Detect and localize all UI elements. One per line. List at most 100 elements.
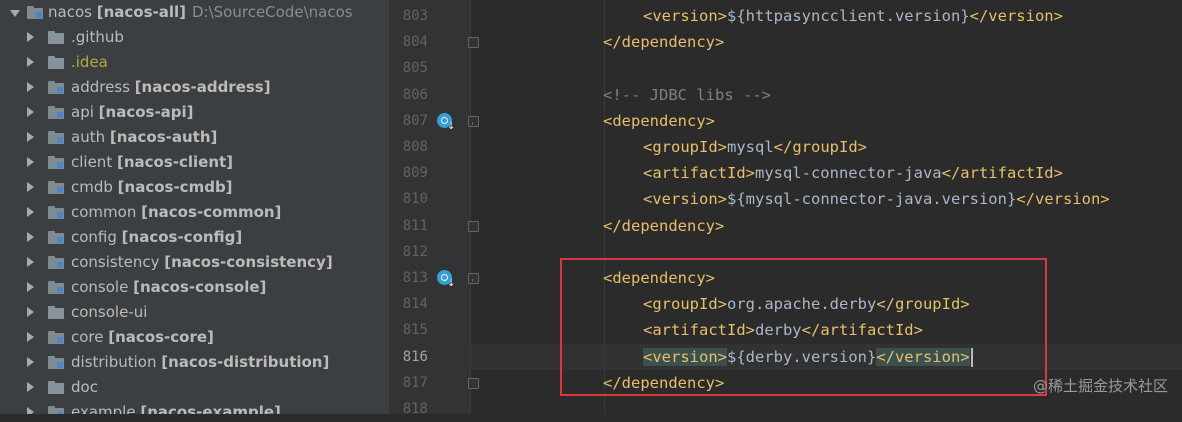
tree-item-name: client xyxy=(71,153,117,171)
fold-end-icon[interactable] xyxy=(468,37,479,48)
folder-icon xyxy=(48,131,64,144)
chevron-down-icon[interactable] xyxy=(10,10,20,17)
line-number: 813 xyxy=(402,270,428,286)
chevron-right-icon[interactable] xyxy=(27,382,34,392)
tree-item[interactable]: console-ui xyxy=(0,300,382,325)
chevron-right-icon[interactable] xyxy=(27,182,34,192)
tree-item[interactable]: example [nacos-example] xyxy=(0,400,382,414)
tree-item-module: [nacos-common] xyxy=(141,203,282,221)
tree-item[interactable]: consistency [nacos-consistency] xyxy=(0,250,382,275)
tree-item-name: console xyxy=(71,278,134,296)
chevron-right-icon[interactable] xyxy=(27,32,34,42)
tree-item[interactable]: console [nacos-console] xyxy=(0,275,382,300)
tree-item-label: common [nacos-common] xyxy=(71,200,281,225)
line-number: 811 xyxy=(402,218,428,234)
chevron-right-icon[interactable] xyxy=(27,157,34,167)
fold-collapse-icon[interactable] xyxy=(468,273,479,284)
tree-item-name: .idea xyxy=(71,53,108,71)
tree-item-module: [nacos-console] xyxy=(133,278,267,296)
module-marker-icon xyxy=(57,337,63,343)
tree-item-name: distribution xyxy=(71,353,162,371)
tree-item-name: config xyxy=(71,228,122,246)
fold-end-icon[interactable] xyxy=(468,378,479,389)
module-marker-icon xyxy=(57,362,63,368)
folder-body xyxy=(48,308,64,319)
chevron-right-icon[interactable] xyxy=(27,357,34,367)
module-marker-icon xyxy=(57,187,63,193)
tree-item[interactable]: client [nacos-client] xyxy=(0,150,382,175)
tree-item-name: .github xyxy=(71,28,124,46)
tree-item[interactable]: config [nacos-config] xyxy=(0,225,382,250)
line-number: 807 xyxy=(402,113,428,129)
folder-body xyxy=(48,33,64,44)
tree-item-label: address [nacos-address] xyxy=(71,75,271,100)
tree-item[interactable]: api [nacos-api] xyxy=(0,100,382,125)
chevron-right-icon[interactable] xyxy=(27,132,34,142)
line-number: 803 xyxy=(402,8,428,24)
marker-arrow-icon: ↓ xyxy=(447,278,456,289)
xml-tag: <version> xyxy=(643,190,727,208)
xml-text: ${httpasyncclient.version} xyxy=(727,7,970,25)
chevron-right-icon[interactable] xyxy=(27,207,34,217)
tree-item[interactable]: .github xyxy=(0,25,382,50)
tree-item-module: [nacos-api] xyxy=(98,103,194,121)
chevron-right-icon[interactable] xyxy=(27,57,34,67)
tree-item[interactable]: cmdb [nacos-cmdb] xyxy=(0,175,382,200)
maven-dependency-icon[interactable]: ↓ xyxy=(437,113,455,132)
module-marker-icon xyxy=(57,137,63,143)
code-line[interactable]: <dependency> xyxy=(603,108,715,134)
code-line[interactable]: </dependency> xyxy=(603,213,724,239)
folder-body xyxy=(48,58,64,69)
chevron-right-icon[interactable] xyxy=(27,407,34,414)
chevron-right-icon[interactable] xyxy=(27,257,34,267)
tree-item[interactable]: address [nacos-address] xyxy=(0,75,382,100)
maven-dependency-icon[interactable]: ↓ xyxy=(437,270,455,289)
tree-root-module: [nacos-all] xyxy=(96,3,186,21)
chevron-right-icon[interactable] xyxy=(27,282,34,292)
tree-item[interactable]: distribution [nacos-distribution] xyxy=(0,350,382,375)
tree-item-label: .idea xyxy=(71,50,108,75)
chevron-right-icon[interactable] xyxy=(27,332,34,342)
tree-item-label: core [nacos-core] xyxy=(71,325,214,350)
project-tree[interactable]: nacos [nacos-all] D:\SourceCode\nacos .git… xyxy=(0,0,382,414)
tree-item-label: config [nacos-config] xyxy=(71,225,242,250)
folder-icon xyxy=(48,56,64,69)
line-number: 816 xyxy=(402,349,428,365)
tree-item[interactable]: common [nacos-common] xyxy=(0,200,382,225)
tree-item[interactable]: auth [nacos-auth] xyxy=(0,125,382,150)
tree-item-name: auth xyxy=(71,128,110,146)
xml-tag: <version> xyxy=(643,7,727,25)
folder-icon xyxy=(48,231,64,244)
xml-tag: </groupId> xyxy=(773,138,867,156)
tree-item[interactable]: core [nacos-core] xyxy=(0,325,382,350)
watermark: @稀土掘金技术社区 xyxy=(1032,377,1168,395)
tree-item-name: api xyxy=(71,103,99,121)
tree-item-name: doc xyxy=(71,378,98,396)
code-line[interactable]: <artifactId>mysql-connector-java</artifa… xyxy=(643,160,1063,186)
code-line[interactable]: <version>${httpasyncclient.version}</ver… xyxy=(643,3,1063,29)
tree-item-module: [nacos-example] xyxy=(140,403,281,414)
xml-comment: <!-- JDBC libs --> xyxy=(603,86,771,104)
module-marker-icon xyxy=(57,262,63,268)
tree-root-row[interactable]: nacos [nacos-all] D:\SourceCode\nacos xyxy=(0,0,382,25)
fold-end-icon[interactable] xyxy=(468,221,479,232)
folder-body xyxy=(48,383,64,394)
line-number: 804 xyxy=(402,34,428,50)
xml-tag: </dependency> xyxy=(603,217,725,235)
code-line[interactable]: <version>${mysql-connector-java.version}… xyxy=(643,186,1110,212)
module-marker-icon xyxy=(57,237,63,243)
fold-collapse-icon[interactable] xyxy=(468,116,479,127)
chevron-right-icon[interactable] xyxy=(27,232,34,242)
tree-item[interactable]: .idea xyxy=(0,50,382,75)
folder-icon xyxy=(48,331,64,344)
code-line[interactable]: </dependency> xyxy=(603,29,724,55)
folder-icon xyxy=(48,406,64,414)
tree-item[interactable]: doc xyxy=(0,375,382,400)
chevron-right-icon[interactable] xyxy=(27,307,34,317)
code-line[interactable]: <groupId>mysql</groupId> xyxy=(643,134,867,160)
line-number: 805 xyxy=(402,60,428,76)
chevron-right-icon[interactable] xyxy=(27,107,34,117)
chevron-right-icon[interactable] xyxy=(27,82,34,92)
code-line[interactable]: <!-- JDBC libs --> xyxy=(603,82,771,108)
tree-root-label: nacos [nacos-all] D:\SourceCode\nacos xyxy=(48,0,353,25)
